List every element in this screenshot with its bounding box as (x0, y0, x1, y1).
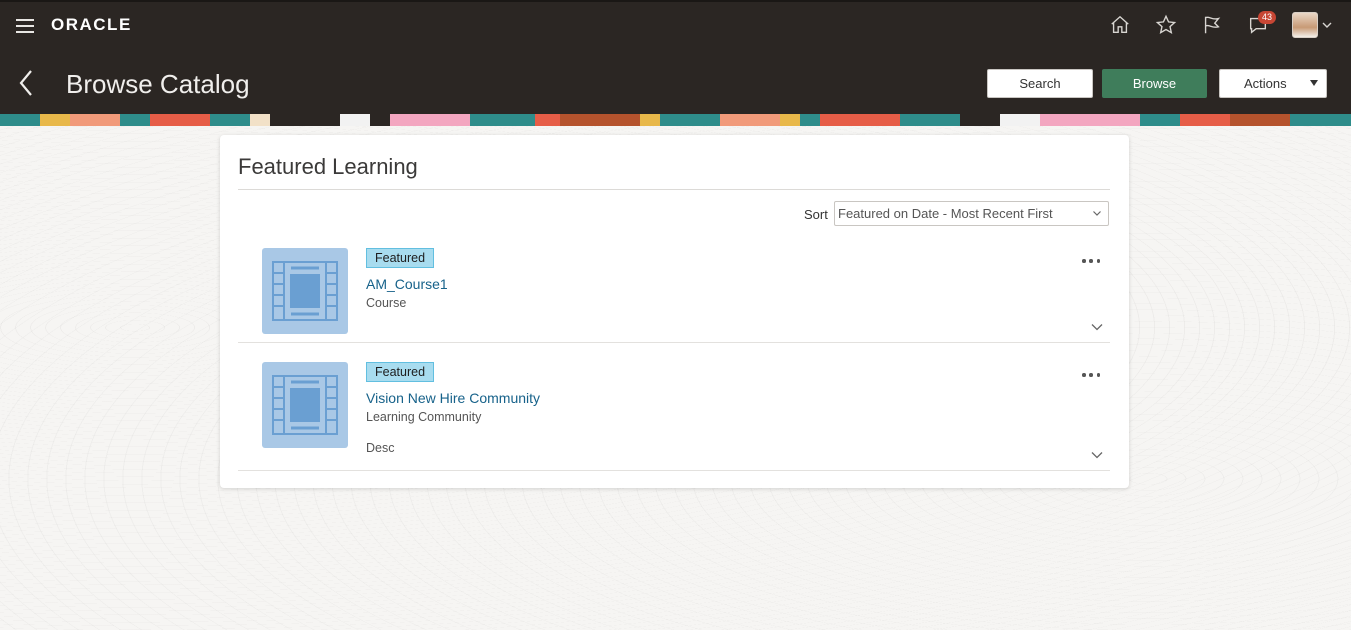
sort-label: Sort (804, 207, 828, 222)
item-type: Course (366, 296, 407, 310)
chevron-down-icon (1093, 211, 1101, 216)
decorative-banner (0, 114, 1351, 126)
more-options-icon[interactable] (1082, 371, 1100, 379)
featured-learning-panel: Featured Learning Sort Featured on Date … (220, 135, 1129, 488)
navigator-menu-icon[interactable] (16, 19, 34, 33)
home-icon[interactable] (1108, 13, 1132, 37)
item-title-link[interactable]: Vision New Hire Community (366, 390, 540, 406)
actions-label: Actions (1244, 76, 1287, 91)
featured-tag: Featured (366, 248, 435, 268)
page-title: Browse Catalog (66, 69, 250, 99)
course-thumbnail[interactable] (262, 248, 348, 334)
section-title: Featured Learning (238, 154, 418, 179)
divider (238, 189, 1110, 190)
featured-tag: Featured (366, 362, 435, 382)
notifications-badge: 43 (1258, 11, 1277, 24)
list-item: Featured AM_Course1 Course (238, 235, 1110, 343)
global-toolbar: 43 (1086, 11, 1333, 38)
favorites-star-icon[interactable] (1154, 13, 1178, 37)
community-thumbnail[interactable] (262, 362, 348, 448)
browse-button[interactable]: Browse (1102, 69, 1207, 98)
global-header: ORACLE 43 Browse Catalog Search Browse A… (0, 0, 1351, 114)
oracle-logo[interactable]: ORACLE (51, 15, 132, 35)
flag-icon[interactable] (1200, 13, 1224, 37)
expand-chevron-icon[interactable] (1090, 448, 1104, 462)
sort-selected-value: Featured on Date - Most Recent First (838, 206, 1053, 221)
list-item: Featured Vision New Hire Community Learn… (238, 349, 1110, 471)
sort-select[interactable]: Featured on Date - Most Recent First (834, 201, 1109, 226)
dropdown-caret-icon (1310, 80, 1318, 86)
item-type: Learning Community (366, 410, 482, 424)
notifications-icon[interactable]: 43 (1246, 11, 1277, 37)
item-description: Desc (366, 441, 395, 455)
film-strip-icon (272, 375, 338, 435)
more-options-icon[interactable] (1082, 257, 1100, 265)
chevron-down-icon[interactable] (1321, 19, 1333, 31)
actions-menu-button[interactable]: Actions (1219, 69, 1327, 98)
search-button[interactable]: Search (987, 69, 1093, 98)
item-title-link[interactable]: AM_Course1 (366, 276, 448, 292)
film-strip-icon (272, 261, 338, 321)
user-avatar[interactable] (1292, 12, 1318, 38)
back-arrow-icon[interactable] (18, 69, 34, 97)
expand-chevron-icon[interactable] (1090, 320, 1104, 334)
